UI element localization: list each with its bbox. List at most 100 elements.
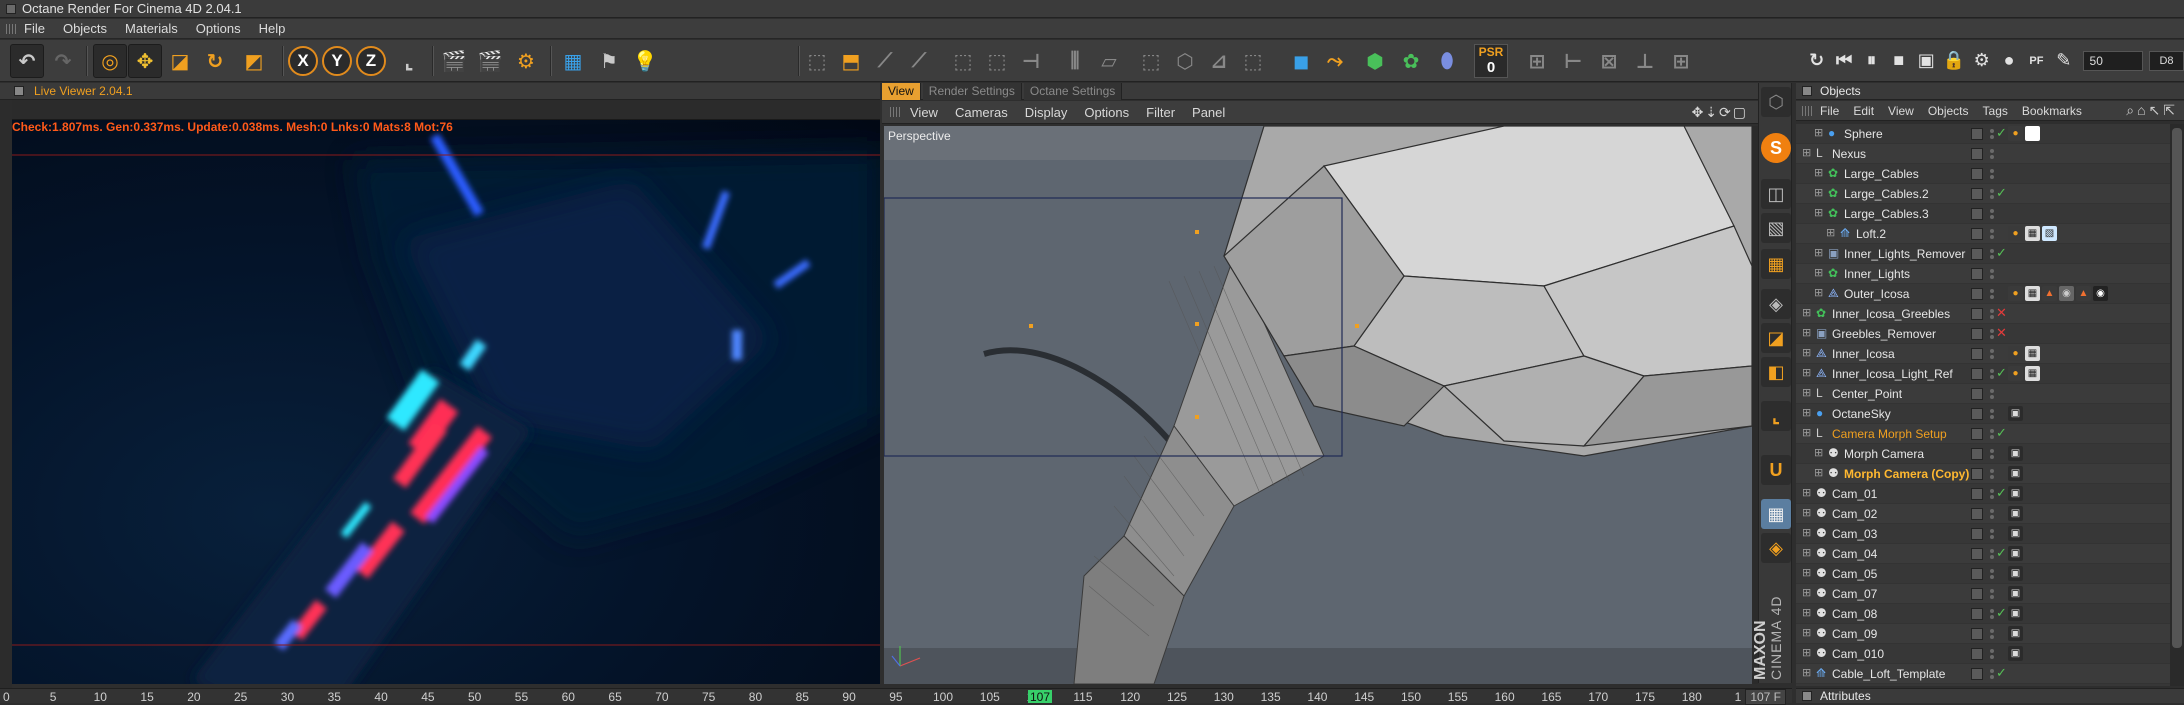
visibility-dots-icon[interactable] [1990, 527, 1994, 541]
object-name[interactable]: Large_Cables.3 [1844, 207, 1929, 221]
tree-expander-icon[interactable]: ⊞ [1802, 346, 1811, 366]
generator-icon[interactable]: ⬢ [1358, 44, 1392, 78]
visibility-dots-icon[interactable] [1990, 427, 1994, 441]
camera-icon[interactable]: ⚑ [592, 44, 626, 78]
layer-color-icon[interactable] [1971, 468, 1983, 480]
model-mode-icon[interactable]: ◫ [1761, 179, 1791, 209]
inactive-tool-icon[interactable]: ⫼ [1058, 44, 1092, 78]
viewport-menu-display[interactable]: Display [1025, 105, 1068, 120]
object-tag-icon[interactable]: ▣ [2008, 446, 2023, 461]
viewport-menu-view[interactable]: View [910, 105, 938, 120]
object-row[interactable]: ⊞ ⚉ Cam_04 ✓ ▣ [1796, 544, 2170, 564]
layer-color-icon[interactable] [1971, 388, 1983, 400]
layer-color-icon[interactable] [1971, 628, 1983, 640]
layer-color-icon[interactable] [1971, 268, 1983, 280]
object-name[interactable]: Cam_08 [1832, 607, 1877, 621]
object-row[interactable]: ⊞ ⚉ Cam_010 ▣ [1796, 644, 2170, 664]
menu-objects[interactable]: Objects [63, 21, 107, 36]
snap-icon[interactable]: ⊞ [1664, 44, 1698, 78]
tree-expander-icon[interactable]: ⊞ [1814, 246, 1823, 266]
object-name[interactable]: Outer_Icosa [1844, 287, 1909, 301]
object-tag-icon[interactable]: ▲ [2042, 286, 2057, 301]
inactive-tool-icon[interactable]: ⟋ [868, 44, 902, 78]
tree-expander-icon[interactable]: ⊞ [1802, 646, 1811, 666]
objects-menu-edit[interactable]: Edit [1853, 104, 1874, 118]
object-tag-icon[interactable]: ▣ [2008, 466, 2023, 481]
lock-icon[interactable]: 🔒 [1943, 50, 1965, 72]
objects-menu-view[interactable]: View [1888, 104, 1914, 118]
visibility-dots-icon[interactable] [1990, 387, 1994, 401]
object-name[interactable]: Cam_05 [1832, 567, 1877, 581]
last-tool-icon[interactable]: ◩ [237, 44, 271, 78]
cube-primitive-icon[interactable]: ◼ [1284, 44, 1318, 78]
move-icon[interactable]: ✥ [128, 44, 162, 78]
layer-color-icon[interactable] [1971, 348, 1983, 360]
object-tag-icon[interactable]: ▦ [2025, 346, 2040, 361]
tree-expander-icon[interactable]: ⊞ [1802, 406, 1811, 426]
grid-icon[interactable]: ▦ [556, 44, 590, 78]
tree-expander-icon[interactable]: ⊞ [1802, 506, 1811, 526]
live-viewer-render[interactable] [12, 119, 880, 684]
object-row[interactable]: ⊞ ⚉ Cam_07 ▣ [1796, 584, 2170, 604]
light-icon[interactable]: 💡 [628, 44, 662, 78]
tree-expander-icon[interactable]: ⊞ [1814, 186, 1823, 206]
refresh-icon[interactable]: ↻ [1806, 50, 1827, 72]
layer-color-icon[interactable] [1971, 208, 1983, 220]
objects-search-home-icon[interactable]: ⌕⌂↖⇱ [2126, 102, 2178, 119]
object-tag-icon[interactable]: ● [2008, 226, 2023, 241]
live-selection-icon[interactable]: ◎ [93, 44, 127, 78]
enabled-check-icon[interactable]: ✓ [1996, 485, 2007, 501]
tree-expander-icon[interactable]: ⊞ [1802, 146, 1811, 166]
object-row[interactable]: ⊞ L Center_Point [1796, 384, 2170, 404]
menu-options[interactable]: Options [196, 21, 241, 36]
tree-expander-icon[interactable]: ⊞ [1802, 666, 1811, 686]
viewport-menu-cameras[interactable]: Cameras [955, 105, 1008, 120]
tree-expander-icon[interactable]: ⊞ [1802, 626, 1811, 646]
object-name[interactable]: Nexus [1832, 147, 1866, 161]
objects-menu-objects[interactable]: Objects [1928, 104, 1969, 118]
object-row[interactable]: ⊞ L Nexus [1796, 144, 2170, 164]
settings-gear-icon[interactable]: ⚙ [1971, 50, 1992, 72]
layer-color-icon[interactable] [1971, 648, 1983, 660]
texture-mode-icon[interactable]: ▧ [1761, 213, 1791, 243]
inactive-tool-icon[interactable]: ⬡ [1168, 44, 1202, 78]
object-row[interactable]: ⊞ ● Sphere ✓ ● □ [1796, 124, 2170, 144]
visibility-dots-icon[interactable] [1990, 667, 1994, 681]
tree-expander-icon[interactable]: ⊞ [1802, 386, 1811, 406]
x-axis-icon[interactable]: X [288, 46, 318, 76]
object-row[interactable]: ⊞ ✿ Inner_Lights [1796, 264, 2170, 284]
inactive-tool-icon[interactable]: ⬚ [800, 44, 834, 78]
object-row[interactable]: ⊞ L Camera Morph Setup ✓ [1796, 424, 2170, 444]
tree-expander-icon[interactable]: ⊞ [1814, 466, 1823, 486]
layer-color-icon[interactable] [1971, 368, 1983, 380]
object-name[interactable]: Cam_02 [1832, 507, 1877, 521]
visibility-dots-icon[interactable] [1990, 167, 1994, 181]
object-name[interactable]: Inner_Icosa_Greebles [1832, 307, 1950, 321]
inactive-tool-icon[interactable]: ⊣ [1014, 44, 1048, 78]
inactive-tool-icon[interactable]: ⬚ [1236, 44, 1270, 78]
layer-color-icon[interactable] [1971, 228, 1983, 240]
objects-menu-tags[interactable]: Tags [1983, 104, 2008, 118]
points-mode-icon[interactable]: ◈ [1761, 289, 1791, 319]
object-row[interactable]: ⊞ ✿ Large_Cables.2 ✓ [1796, 184, 2170, 204]
enabled-check-icon[interactable]: ✓ [1996, 665, 2007, 681]
enabled-check-icon[interactable]: ✓ [1996, 365, 2007, 381]
objects-menu-bookmarks[interactable]: Bookmarks [2022, 104, 2082, 118]
visibility-dots-icon[interactable] [1990, 567, 1994, 581]
undo-icon[interactable]: ↶ [10, 44, 44, 78]
layer-color-icon[interactable] [1971, 328, 1983, 340]
panel-grip-icon[interactable] [1802, 691, 1812, 701]
object-name[interactable]: Cam_01 [1832, 487, 1877, 501]
object-row[interactable]: ⊞ ▣ Greebles_Remover ✕ [1796, 324, 2170, 344]
layer-color-icon[interactable] [1971, 168, 1983, 180]
object-row[interactable]: ⊞ ⚉ Morph Camera ▣ [1796, 444, 2170, 464]
snap-icon[interactable]: ⊠ [1592, 44, 1626, 78]
layer-color-icon[interactable] [1971, 588, 1983, 600]
object-row[interactable]: ⊞ ⟁ Inner_Icosa ● ▦ [1796, 344, 2170, 364]
snap-icon[interactable]: ⊢ [1556, 44, 1590, 78]
object-row[interactable]: ⊞ ✿ Large_Cables [1796, 164, 2170, 184]
enabled-check-icon[interactable]: ✓ [1996, 185, 2007, 201]
object-name[interactable]: Loft.2 [1856, 227, 1886, 241]
object-name[interactable]: Inner_Icosa_Light_Ref [1832, 367, 1953, 381]
viewport-navigation-icon[interactable]: ✥⇣⟳▢ [1692, 104, 1748, 121]
